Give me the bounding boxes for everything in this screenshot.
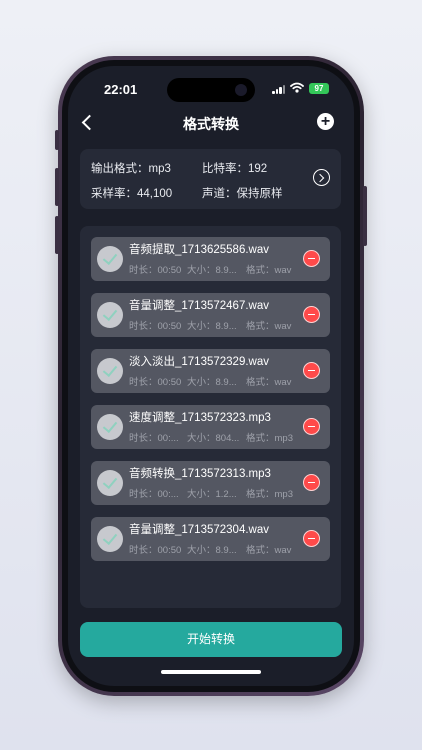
file-size: 大小：8.9... [187,265,237,276]
power-button [363,186,367,246]
remove-icon[interactable] [303,306,320,323]
check-circle-icon[interactable] [97,470,123,496]
page-title: 格式转换 [183,116,239,132]
signal-icon [272,85,285,94]
file-duration: 时长：00:50 [129,321,182,332]
conversion-settings-card[interactable]: 输出格式：mp3 比特率：192 采样率：44,100 声道：保持原样 [80,149,341,209]
check-circle-icon[interactable] [97,526,123,552]
bitrate-label: 比特率：192 [202,163,268,175]
file-size: 大小：1.2... [187,489,237,500]
file-format: 格式：mp3 [246,489,293,500]
file-size: 大小：804... [187,433,240,444]
check-circle-icon[interactable] [97,414,123,440]
camera-icon [235,84,247,96]
file-name: 速度调整_1713572323.mp3 [129,412,271,424]
file-duration: 时长：00:... [129,489,179,500]
file-format: 格式：wav [246,321,292,332]
remove-icon[interactable] [303,250,320,267]
file-item[interactable]: 音量调整_1713572304.wav 时长：00:50 大小：8.9... 格… [91,517,330,561]
file-format: 格式：wav [246,545,292,556]
file-duration: 时长：00:50 [129,545,182,556]
file-name: 音量调整_1713572304.wav [129,524,269,536]
file-item[interactable]: 速度调整_1713572323.mp3 时长：00:... 大小：804... … [91,405,330,449]
file-format: 格式：wav [246,377,292,388]
dynamic-island [167,78,255,102]
check-circle-icon[interactable] [97,302,123,328]
status-time: 22:01 [104,82,138,97]
remove-icon[interactable] [303,530,320,547]
file-duration: 时长：00:50 [129,377,182,388]
file-list: 音频提取_1713625586.wav 时长：00:50 大小：8.9... 格… [80,226,341,608]
file-item[interactable]: 音频转换_1713572313.mp3 时长：00:... 大小：1.2... … [91,461,330,505]
app-screen: 22:01 97 格式转换 + 输出格式：mp3 比特率：192 采样率：44,… [68,66,354,686]
file-name: 音频转换_1713572313.mp3 [129,468,271,480]
file-item[interactable]: 音量调整_1713572467.wav 时长：00:50 大小：8.9... 格… [91,293,330,337]
start-conversion-button[interactable]: 开始转换 [80,622,342,657]
check-circle-icon[interactable] [97,358,123,384]
chevron-right-circle-icon[interactable] [313,169,330,186]
file-duration: 时长：00:50 [129,265,182,276]
file-size: 大小：8.9... [187,377,237,388]
file-item[interactable]: 淡入淡出_1713572329.wav 时长：00:50 大小：8.9... 格… [91,349,330,393]
channel-label: 声道：保持原样 [202,188,283,200]
remove-icon[interactable] [303,418,320,435]
battery-icon: 97 [309,83,329,94]
file-name: 淡入淡出_1713572329.wav [129,356,269,368]
file-name: 音频提取_1713625586.wav [129,244,269,256]
status-bar: 22:01 97 [68,66,354,112]
sample-rate-label: 采样率：44,100 [91,188,173,200]
volume-up-button [55,168,59,206]
volume-down-button [55,216,59,254]
remove-icon[interactable] [303,362,320,379]
remove-icon[interactable] [303,474,320,491]
file-size: 大小：8.9... [187,321,237,332]
add-file-icon[interactable]: + [317,113,334,130]
file-size: 大小：8.9... [187,545,237,556]
wifi-icon [290,82,304,93]
home-indicator[interactable] [161,670,261,674]
check-circle-icon[interactable] [97,246,123,272]
silent-switch [55,130,59,150]
nav-bar: 格式转换 + [68,112,354,134]
file-format: 格式：mp3 [246,433,293,444]
file-item[interactable]: 音频提取_1713625586.wav 时长：00:50 大小：8.9... 格… [91,237,330,281]
output-format-label: 输出格式：mp3 [91,163,171,175]
file-format: 格式：wav [246,265,292,276]
file-name: 音量调整_1713572467.wav [129,300,269,312]
file-duration: 时长：00:... [129,433,179,444]
